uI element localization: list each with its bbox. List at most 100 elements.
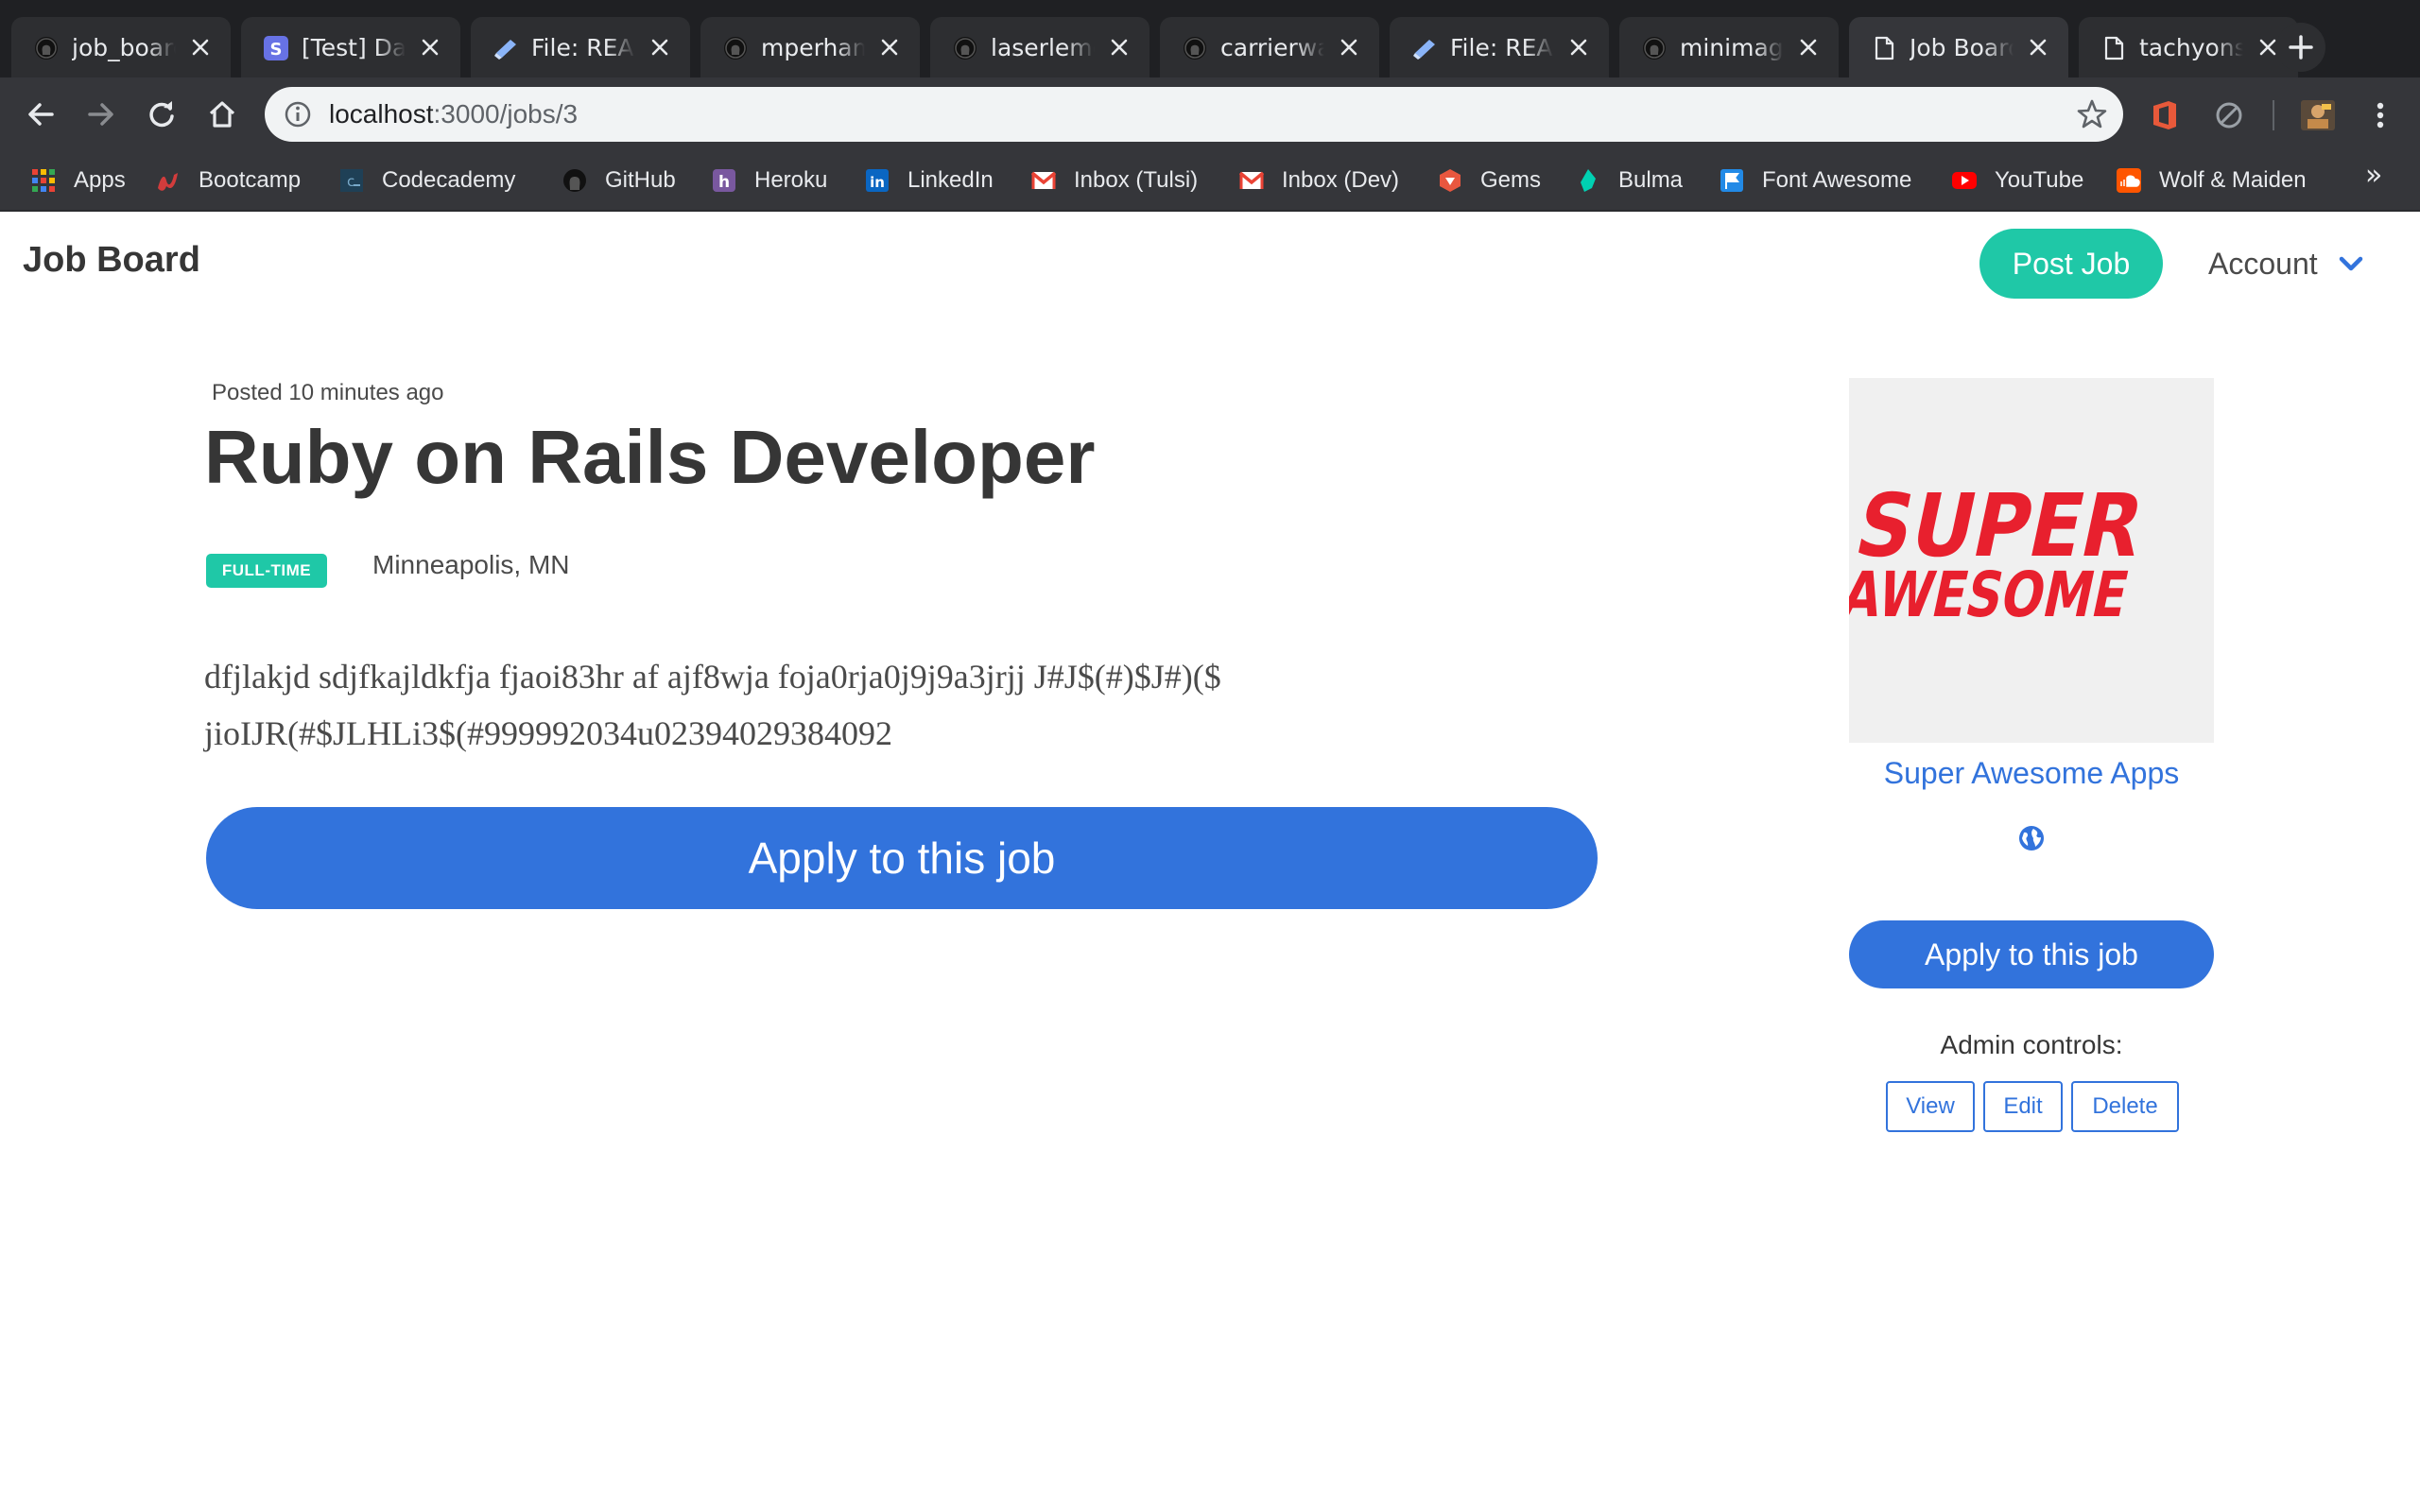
close-icon[interactable] bbox=[880, 38, 899, 57]
github-icon bbox=[724, 37, 747, 60]
tab-title: tachyons bbox=[2139, 34, 2243, 61]
logo-text-line2: AWESOME bbox=[1849, 558, 2135, 631]
company-name-link[interactable]: Super Awesome Apps bbox=[1849, 756, 2214, 791]
github-icon bbox=[35, 37, 58, 60]
office-extension-icon[interactable] bbox=[2148, 98, 2182, 132]
sync-extension-icon[interactable] bbox=[2212, 98, 2246, 132]
browser-tab[interactable]: File: README bbox=[1390, 17, 1609, 77]
posted-time: Posted 10 minutes ago bbox=[212, 380, 444, 405]
rubygems-icon bbox=[1440, 169, 1461, 192]
url-text[interactable]: localhost:3000/jobs/3 bbox=[329, 87, 578, 142]
bookmark-item[interactable]: h Heroku bbox=[711, 164, 827, 197]
reload-button[interactable] bbox=[140, 93, 183, 136]
tab-title: carrierwave bbox=[1220, 34, 1324, 61]
bookmark-item[interactable]: in LinkedIn bbox=[864, 164, 994, 197]
chevron-down-icon bbox=[2339, 256, 2362, 271]
bookmark-item[interactable]: Wolf & Maiden bbox=[2116, 164, 2307, 197]
browser-tab[interactable]: laserlemon bbox=[930, 17, 1150, 77]
youtube-icon bbox=[1952, 172, 1977, 189]
home-button[interactable] bbox=[200, 93, 244, 136]
tab-title: laserlemon bbox=[991, 34, 1095, 61]
apply-button-main[interactable]: Apply to this job bbox=[206, 807, 1598, 909]
bookmark-label: Bulma bbox=[1618, 167, 1684, 193]
bookmark-item[interactable]: Apps bbox=[30, 164, 126, 197]
svg-text:c: c bbox=[347, 173, 354, 190]
apps-grid-icon bbox=[32, 169, 55, 192]
close-icon[interactable] bbox=[1799, 38, 1818, 57]
post-job-button[interactable]: Post Job bbox=[1979, 229, 2163, 299]
site-navbar: Job Board Post Job Account bbox=[0, 212, 2420, 316]
back-button[interactable] bbox=[19, 93, 62, 136]
browser-tab-strip: job_board S [Test] Dashboard File: README mp… bbox=[0, 0, 2420, 77]
close-icon[interactable] bbox=[421, 38, 440, 57]
stripe-icon: S bbox=[264, 36, 288, 60]
browser-tab[interactable]: S [Test] Dashboard bbox=[241, 17, 460, 77]
tab-title: File: README bbox=[1450, 34, 1554, 61]
codecademy-icon: c bbox=[340, 169, 363, 192]
brand-link[interactable]: Job Board bbox=[23, 240, 200, 281]
file-icon bbox=[494, 40, 516, 60]
account-dropdown[interactable]: Account bbox=[2208, 240, 2363, 287]
browser-tab[interactable]: job_board bbox=[11, 17, 231, 77]
delete-button[interactable]: Delete bbox=[2071, 1081, 2179, 1132]
bookmark-star-icon[interactable] bbox=[2076, 98, 2108, 130]
company-logo: SUPER AWESOME bbox=[1849, 378, 2214, 743]
reload-icon bbox=[149, 101, 174, 128]
browser-tab[interactable]: tachyons bbox=[2079, 17, 2298, 77]
bookmark-label: Inbox (Dev) bbox=[1282, 167, 1400, 193]
github-icon bbox=[563, 169, 586, 192]
bookmarks-overflow-button[interactable]: » bbox=[2365, 159, 2382, 192]
bookmark-item[interactable]: Inbox (Dev) bbox=[1238, 164, 1399, 197]
page-icon bbox=[1875, 36, 1894, 60]
browser-tab[interactable]: carrierwave bbox=[1160, 17, 1379, 77]
bookmark-item[interactable]: GitHub bbox=[562, 164, 676, 197]
close-icon[interactable] bbox=[1340, 38, 1358, 57]
bookmark-item[interactable]: Bootcamp bbox=[155, 164, 301, 197]
back-arrow-icon bbox=[28, 103, 54, 126]
file-icon bbox=[1413, 40, 1435, 60]
svg-text:in: in bbox=[870, 174, 885, 191]
bookmark-item[interactable]: Bulma bbox=[1575, 164, 1683, 197]
job-description: dfjlakjd sdjfkajldkfja fjaoi83hr af ajf8… bbox=[204, 658, 1221, 752]
bookmark-item[interactable]: Gems bbox=[1437, 164, 1541, 197]
browser-tab[interactable]: Job Board bbox=[1849, 17, 2068, 77]
bookmark-label: Bootcamp bbox=[199, 167, 302, 193]
close-icon[interactable] bbox=[2258, 38, 2277, 57]
close-icon[interactable] bbox=[1569, 38, 1588, 57]
bookmark-label: Apps bbox=[74, 167, 126, 193]
gmail-icon bbox=[1238, 171, 1265, 189]
page-title: Ruby on Rails Developer bbox=[204, 415, 1096, 499]
address-bar[interactable]: localhost:3000/jobs/3 bbox=[265, 87, 2123, 142]
page-icon bbox=[2104, 36, 2124, 60]
close-icon[interactable] bbox=[650, 38, 669, 57]
view-button[interactable]: View bbox=[1886, 1081, 1975, 1132]
globe-icon[interactable] bbox=[2017, 824, 2046, 852]
bookmark-item[interactable]: YouTube bbox=[1951, 164, 2083, 197]
bookmarks-bar: Apps Bootcamp c Codecademy GitHub h Heroku in Li… bbox=[0, 151, 2420, 212]
soundcloud-icon bbox=[2117, 168, 2141, 193]
apply-button-sidebar[interactable]: Apply to this job bbox=[1849, 920, 2214, 988]
bookmark-item[interactable]: Font Awesome bbox=[1719, 164, 1911, 197]
linkedin-icon: in bbox=[866, 169, 889, 192]
new-tab-button[interactable] bbox=[2276, 23, 2325, 72]
browser-tab[interactable]: mperham/sidekiq bbox=[700, 17, 920, 77]
forward-button[interactable] bbox=[79, 93, 123, 136]
bookmark-item[interactable]: Inbox (Tulsi) bbox=[1030, 164, 1198, 197]
github-icon bbox=[1184, 37, 1206, 60]
close-icon[interactable] bbox=[1110, 38, 1129, 57]
bookmark-item[interactable]: c Codecademy bbox=[338, 164, 515, 197]
browser-tab[interactable]: minimagick bbox=[1619, 17, 1839, 77]
tab-title: [Test] Dashboard bbox=[302, 34, 406, 61]
profile-avatar[interactable] bbox=[2299, 96, 2337, 134]
browser-menu-icon[interactable] bbox=[2363, 98, 2397, 132]
font-awesome-flag-icon bbox=[1720, 169, 1743, 192]
browser-tab[interactable]: File: README bbox=[471, 17, 690, 77]
bookmark-label: YouTube bbox=[1995, 167, 2084, 193]
plus-icon bbox=[2289, 35, 2313, 60]
info-icon[interactable] bbox=[284, 100, 312, 129]
svg-text:S: S bbox=[270, 40, 283, 60]
close-icon[interactable] bbox=[2029, 38, 2048, 57]
close-icon[interactable] bbox=[191, 38, 210, 57]
bookmark-label: Codecademy bbox=[382, 167, 516, 193]
edit-button[interactable]: Edit bbox=[1983, 1081, 2063, 1132]
